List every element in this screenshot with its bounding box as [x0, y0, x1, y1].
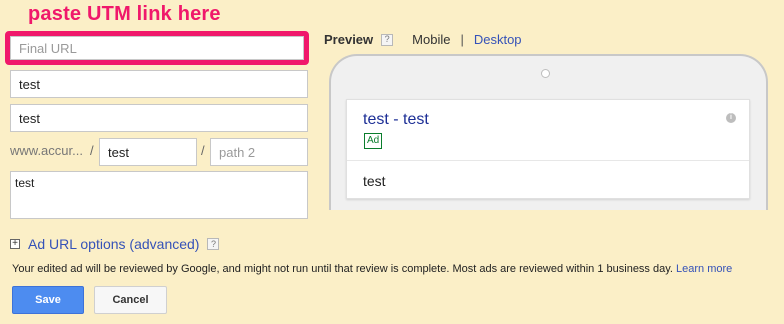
headline-1-field[interactable]: test: [10, 70, 308, 98]
path-2-field[interactable]: path 2: [210, 138, 308, 166]
path-separator-2: /: [201, 143, 205, 158]
utm-annotation-text: paste UTM link here: [28, 3, 221, 25]
ad-url-options[interactable]: + Ad URL options (advanced) ?: [10, 236, 220, 252]
display-url-base: www.accur...: [10, 143, 83, 158]
review-notice-text: Your edited ad will be reviewed by Googl…: [12, 263, 673, 275]
ad-headline[interactable]: test - test: [363, 111, 429, 129]
help-icon[interactable]: ?: [381, 33, 394, 46]
path-1-field[interactable]: test: [99, 138, 197, 166]
learn-more-link[interactable]: Learn more: [676, 263, 732, 275]
help-icon[interactable]: ?: [207, 238, 220, 250]
review-notice: Your edited ad will be reviewed by Googl…: [12, 263, 732, 275]
ad-description: test: [363, 173, 386, 189]
path-separator-1: /: [90, 143, 94, 158]
mobile-preview-frame: test - test Ad i test: [329, 54, 768, 210]
description-field[interactable]: test: [10, 171, 308, 219]
card-divider: [347, 160, 749, 161]
tab-mobile[interactable]: Mobile: [412, 32, 450, 47]
headline-2-field[interactable]: test: [10, 104, 308, 132]
tab-desktop[interactable]: Desktop: [474, 32, 522, 47]
ad-preview-card: test - test Ad i test: [346, 99, 750, 199]
cancel-button[interactable]: Cancel: [94, 286, 167, 314]
tab-separator: |: [460, 32, 464, 47]
camera-icon: [541, 69, 550, 78]
final-url-field[interactable]: Final URL: [10, 36, 304, 60]
info-icon[interactable]: i: [726, 113, 736, 123]
ad-badge: Ad: [364, 133, 383, 149]
ad-url-options-link[interactable]: Ad URL options (advanced): [28, 236, 199, 252]
plus-icon[interactable]: +: [10, 239, 20, 249]
preview-header: Preview ? Mobile | Desktop: [324, 32, 522, 47]
save-button[interactable]: Save: [12, 286, 84, 314]
preview-title: Preview: [324, 32, 374, 47]
